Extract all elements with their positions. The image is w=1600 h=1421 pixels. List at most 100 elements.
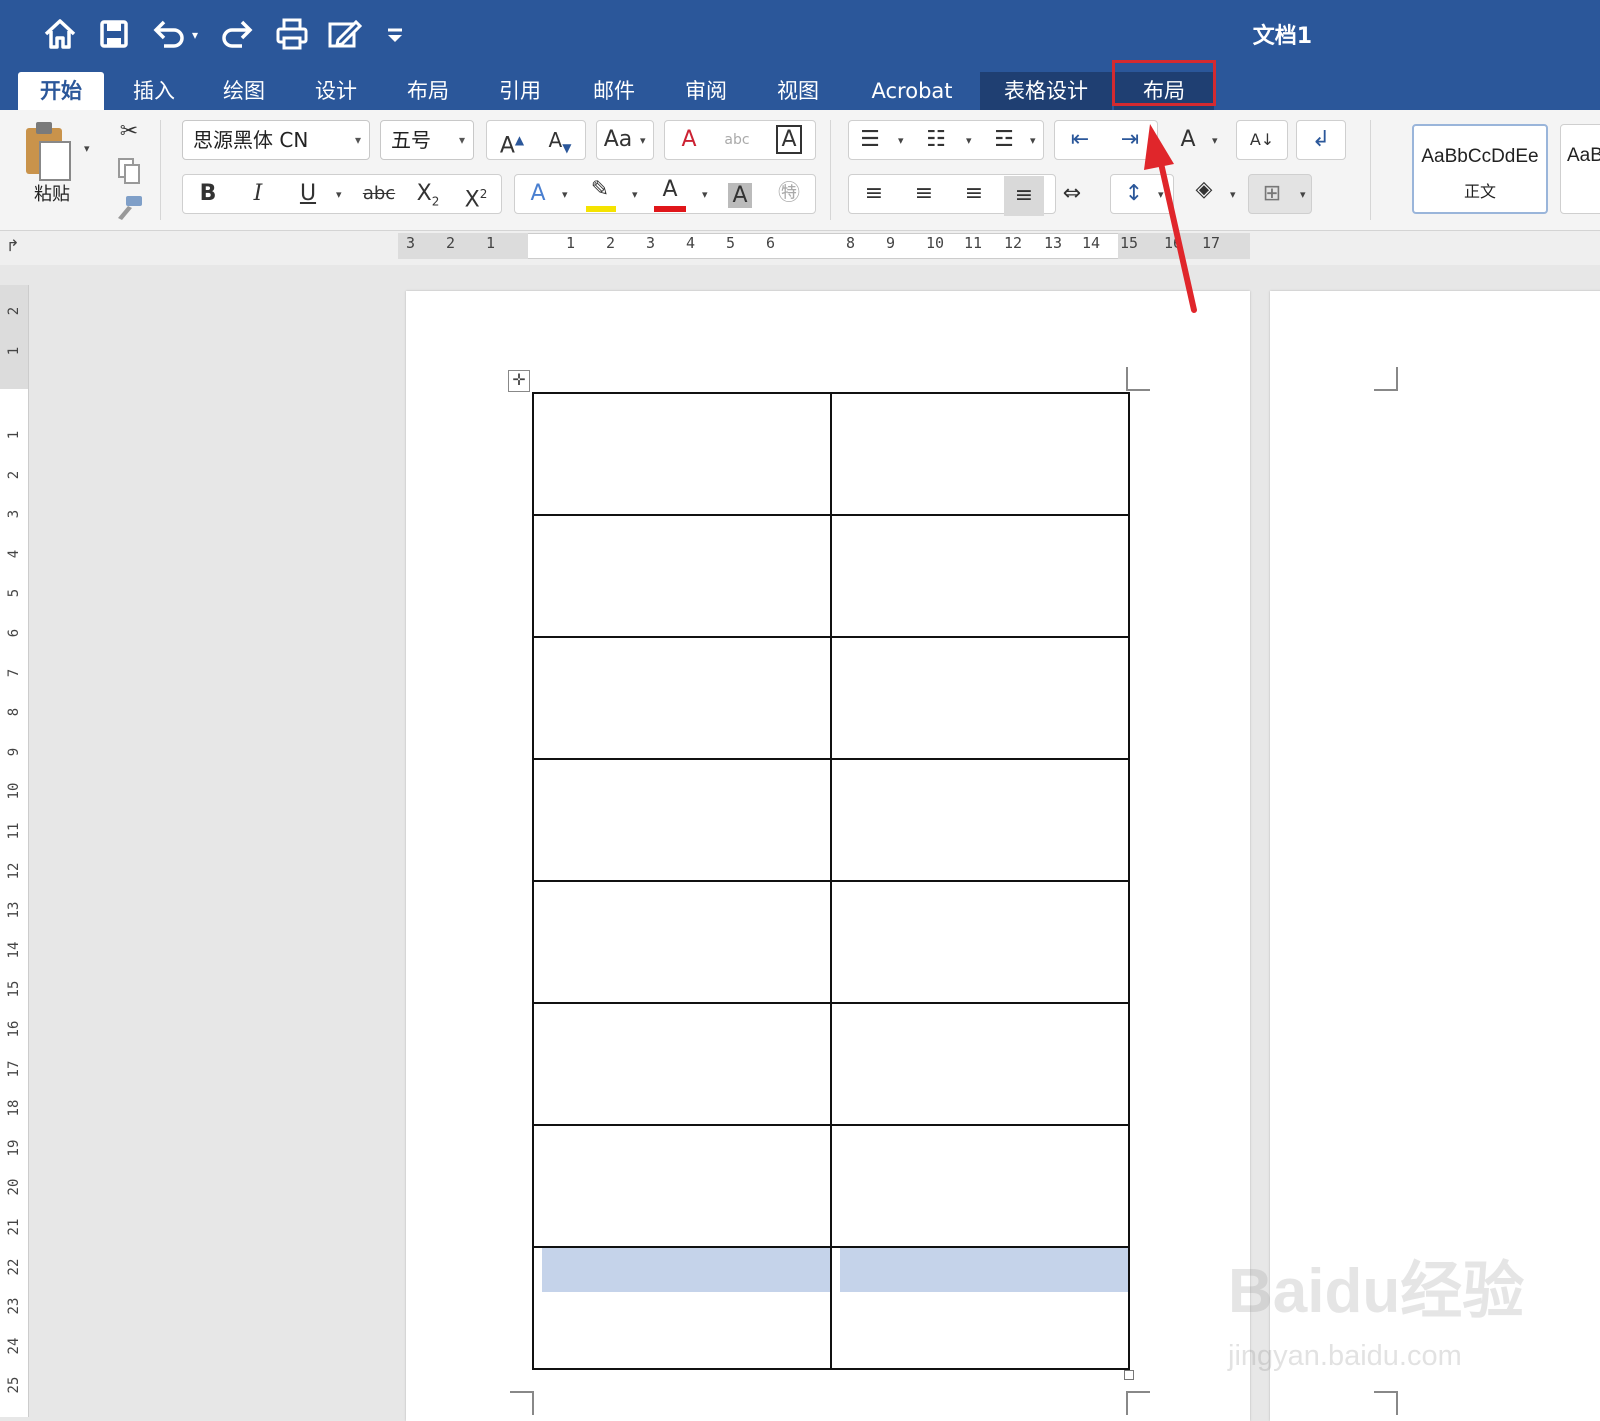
ruler-tick-label: 1 xyxy=(6,430,22,440)
decrease-indent-icon[interactable]: ⇤ xyxy=(1060,120,1100,160)
table-row[interactable] xyxy=(532,514,1130,638)
document-table[interactable] xyxy=(532,392,1130,1370)
table-cell[interactable] xyxy=(532,1002,832,1126)
ruler-tick-label: 12 xyxy=(1004,234,1023,252)
style-next[interactable]: AaB xyxy=(1560,124,1600,214)
distributed-icon[interactable]: ⇔ xyxy=(1052,174,1092,214)
table-cell[interactable] xyxy=(830,514,1130,638)
tab-home[interactable]: 开始 xyxy=(18,72,104,110)
underline-icon[interactable]: U xyxy=(288,174,328,214)
numbering-icon[interactable]: ☷ xyxy=(918,120,954,160)
table-cell[interactable] xyxy=(532,636,832,760)
table-cell[interactable] xyxy=(532,758,832,882)
tab-design[interactable]: 设计 xyxy=(298,72,374,110)
table-cell[interactable] xyxy=(830,636,1130,760)
table-row[interactable] xyxy=(532,758,1130,882)
table-cell[interactable] xyxy=(532,1124,832,1248)
font-color-swatch xyxy=(654,206,686,212)
table-cell[interactable] xyxy=(830,1002,1130,1126)
save-icon[interactable] xyxy=(94,14,134,54)
align-center-icon[interactable]: ≡ xyxy=(904,174,944,214)
table-cell[interactable] xyxy=(830,1246,1130,1370)
underline-dropdown-icon[interactable]: ▾ xyxy=(336,188,342,201)
tab-page-layout[interactable]: 布局 xyxy=(390,72,466,110)
tab-table-design[interactable]: 表格设计 xyxy=(980,72,1112,110)
font-color-dropdown-icon[interactable]: ▾ xyxy=(702,188,708,201)
shrink-font-icon[interactable]: A▼ xyxy=(538,120,582,168)
table-row[interactable] xyxy=(532,636,1130,760)
tab-review[interactable]: 审阅 xyxy=(668,72,744,110)
format-painter-icon[interactable] xyxy=(114,194,144,220)
italic-icon[interactable]: I xyxy=(238,174,278,214)
table-cell[interactable] xyxy=(532,1246,832,1370)
highlighter-icon[interactable]: ✎ xyxy=(580,170,620,210)
table-cell[interactable] xyxy=(830,880,1130,1004)
shading-dropdown-icon[interactable]: ▾ xyxy=(1230,188,1236,201)
home-icon[interactable] xyxy=(40,14,80,54)
undo-icon[interactable] xyxy=(148,14,188,54)
font-name-combo[interactable]: 思源黑体 CN ▾ xyxy=(182,120,370,160)
paste-label[interactable]: 粘贴 xyxy=(34,180,70,206)
clear-formatting-icon[interactable]: A xyxy=(668,120,710,160)
tab-insert[interactable]: 插入 xyxy=(116,72,192,110)
table-cell[interactable] xyxy=(532,514,832,638)
table-cell[interactable] xyxy=(830,392,1130,516)
style-normal[interactable]: AaBbCcDdEe 正文 xyxy=(1412,124,1548,214)
character-shading-icon[interactable]: A xyxy=(720,176,760,216)
tab-acrobat[interactable]: Acrobat xyxy=(858,72,966,110)
font-color-icon[interactable]: A xyxy=(650,170,690,210)
highlight-dropdown-icon[interactable]: ▾ xyxy=(632,188,638,201)
grow-font-icon[interactable]: A▲ xyxy=(490,120,534,166)
text-effects-dropdown-icon[interactable]: ▾ xyxy=(562,188,568,201)
table-cell[interactable] xyxy=(532,880,832,1004)
text-direction-dropdown-icon[interactable]: ▾ xyxy=(1212,134,1218,147)
change-case-dropdown-icon[interactable]: ▾ xyxy=(640,134,646,147)
justify-icon[interactable]: ≡ xyxy=(1004,176,1044,216)
table-cell[interactable] xyxy=(830,758,1130,882)
ruler-tick-label: 1 xyxy=(6,346,22,356)
copy-icon[interactable] xyxy=(118,158,140,184)
table-move-handle-icon[interactable]: ✛ xyxy=(508,370,530,392)
table-row[interactable] xyxy=(532,1002,1130,1126)
bullets-icon[interactable]: ☰ xyxy=(852,120,888,160)
multilevel-list-icon[interactable]: ☲ xyxy=(986,120,1022,160)
tab-draw[interactable]: 绘图 xyxy=(206,72,282,110)
table-cell[interactable] xyxy=(830,1124,1130,1248)
font-size-combo[interactable]: 五号 ▾ xyxy=(380,120,474,160)
strikethrough-icon[interactable]: abc xyxy=(356,174,402,214)
font-style-group xyxy=(182,174,502,214)
margin-corner-mark xyxy=(1126,367,1150,391)
numbering-dropdown-icon[interactable]: ▾ xyxy=(966,134,972,147)
bullets-dropdown-icon[interactable]: ▾ xyxy=(898,134,904,147)
paste-dropdown-icon[interactable]: ▾ xyxy=(84,142,90,155)
redo-icon[interactable] xyxy=(218,14,258,54)
change-case-icon: Aa xyxy=(603,127,633,152)
bold-icon[interactable]: B xyxy=(188,174,228,214)
text-effects-icon[interactable]: A xyxy=(518,174,558,214)
tab-references[interactable]: 引用 xyxy=(482,72,558,110)
undo-dropdown-icon[interactable]: ▾ xyxy=(192,29,202,41)
customize-toolbar-icon[interactable] xyxy=(384,14,406,54)
borders-dropdown-icon[interactable]: ▾ xyxy=(1300,188,1306,201)
print-icon[interactable] xyxy=(272,14,312,54)
edit-document-icon[interactable] xyxy=(324,14,364,54)
table-row[interactable] xyxy=(532,392,1130,516)
align-left-icon[interactable]: ≡ xyxy=(854,174,894,214)
enclose-characters-icon[interactable]: ㊕ xyxy=(768,174,810,214)
align-right-icon[interactable]: ≡ xyxy=(954,174,994,214)
tab-mailings[interactable]: 邮件 xyxy=(576,72,652,110)
table-row[interactable] xyxy=(532,1246,1130,1370)
subscript-icon[interactable]: X2 xyxy=(408,174,448,221)
ruler-tick-label: 23 xyxy=(6,1297,22,1315)
character-border-icon[interactable]: A xyxy=(768,120,810,160)
table-row[interactable] xyxy=(532,880,1130,1004)
table-resize-handle[interactable] xyxy=(1124,1370,1134,1380)
table-cell[interactable] xyxy=(532,392,832,516)
phonetic-guide-icon[interactable]: abc xyxy=(716,120,758,160)
paste-icon[interactable] xyxy=(22,120,74,184)
multilevel-dropdown-icon[interactable]: ▾ xyxy=(1030,134,1036,147)
table-row[interactable] xyxy=(532,1124,1130,1248)
cut-icon[interactable]: ✂ xyxy=(112,112,146,152)
superscript-icon[interactable]: X2 xyxy=(456,174,496,220)
tab-view[interactable]: 视图 xyxy=(760,72,836,110)
